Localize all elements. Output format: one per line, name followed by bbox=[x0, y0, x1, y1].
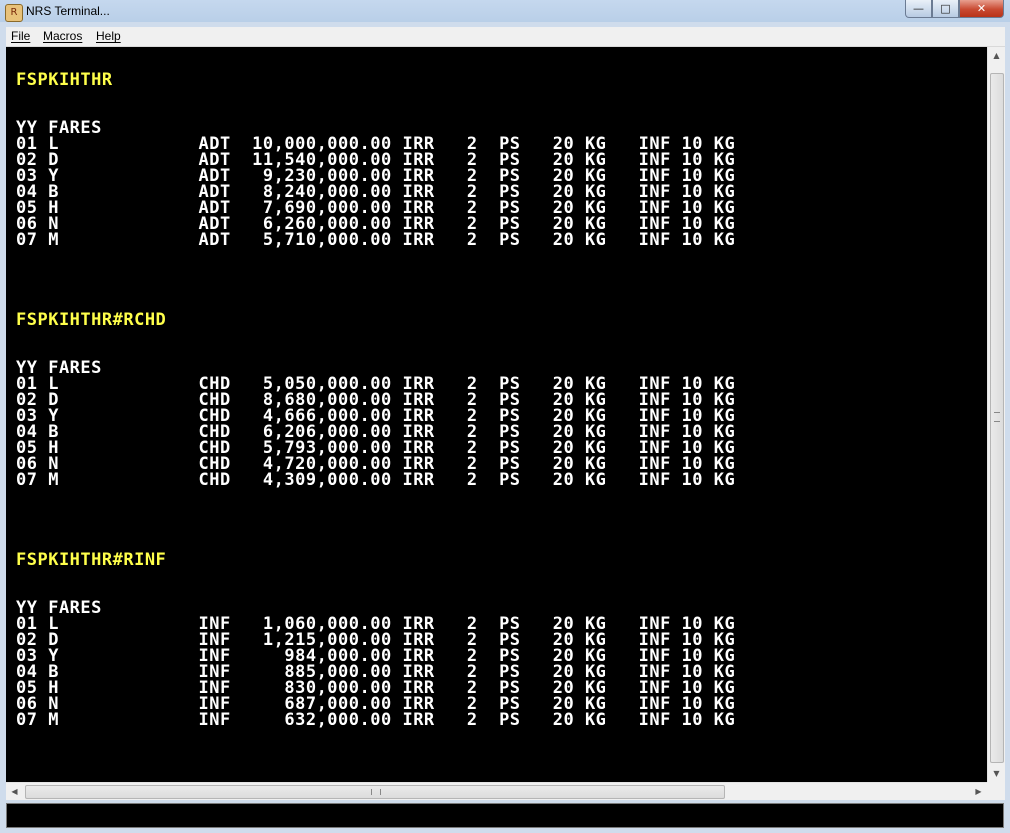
menu-macros[interactable]: Macros bbox=[43, 29, 82, 43]
close-icon: ✕ bbox=[976, 2, 987, 15]
section-command: FSPKIHTHR#RCHD bbox=[16, 310, 167, 330]
vertical-scroll-thumb[interactable] bbox=[990, 73, 1004, 763]
maximize-button[interactable]: □ bbox=[932, 0, 959, 18]
scroll-up-icon[interactable]: ▲ bbox=[988, 47, 1005, 64]
maximize-icon: □ bbox=[940, 2, 951, 15]
horizontal-scroll-thumb[interactable] bbox=[25, 785, 725, 799]
close-button[interactable]: ✕ bbox=[959, 0, 1004, 18]
fare-row: 07 M ADT 5,710,000.00 IRR 2 PS 20 KG INF… bbox=[16, 230, 736, 250]
command-input[interactable] bbox=[6, 803, 1004, 828]
app-icon[interactable]: R bbox=[5, 4, 23, 22]
scrollbar-corner bbox=[987, 782, 1005, 800]
fare-row: 07 M INF 632,000.00 IRR 2 PS 20 KG INF 1… bbox=[16, 710, 736, 730]
title-bar[interactable]: R NRS Terminal... — □ ✕ bbox=[0, 0, 1010, 24]
scroll-down-icon[interactable]: ▼ bbox=[988, 765, 1005, 782]
menu-help[interactable]: Help bbox=[96, 29, 121, 43]
grip-icon bbox=[371, 789, 381, 795]
vertical-scrollbar[interactable]: ▲ ▼ bbox=[987, 47, 1005, 782]
app-window: R NRS Terminal... — □ ✕ File Macros Help… bbox=[0, 0, 1010, 833]
horizontal-scrollbar[interactable]: ◀ ▶ bbox=[6, 782, 987, 800]
terminal-screen[interactable]: FSPKIHTHR YY FARES 01 L ADT 10,000,000.0… bbox=[6, 47, 987, 782]
scroll-right-icon[interactable]: ▶ bbox=[970, 783, 987, 800]
section-command: FSPKIHTHR#RINF bbox=[16, 550, 167, 570]
minimize-button[interactable]: — bbox=[905, 0, 932, 18]
section-command: FSPKIHTHR bbox=[16, 70, 113, 90]
fare-row: 07 M CHD 4,309,000.00 IRR 2 PS 20 KG INF… bbox=[16, 470, 736, 490]
grip-icon bbox=[994, 412, 1000, 422]
caption-buttons: — □ ✕ bbox=[905, 0, 1004, 18]
minimize-icon: — bbox=[913, 2, 924, 15]
menu-file[interactable]: File bbox=[11, 29, 30, 43]
scroll-left-icon[interactable]: ◀ bbox=[6, 783, 23, 800]
menu-bar: File Macros Help bbox=[6, 27, 1005, 47]
window-title: NRS Terminal... bbox=[26, 4, 110, 18]
